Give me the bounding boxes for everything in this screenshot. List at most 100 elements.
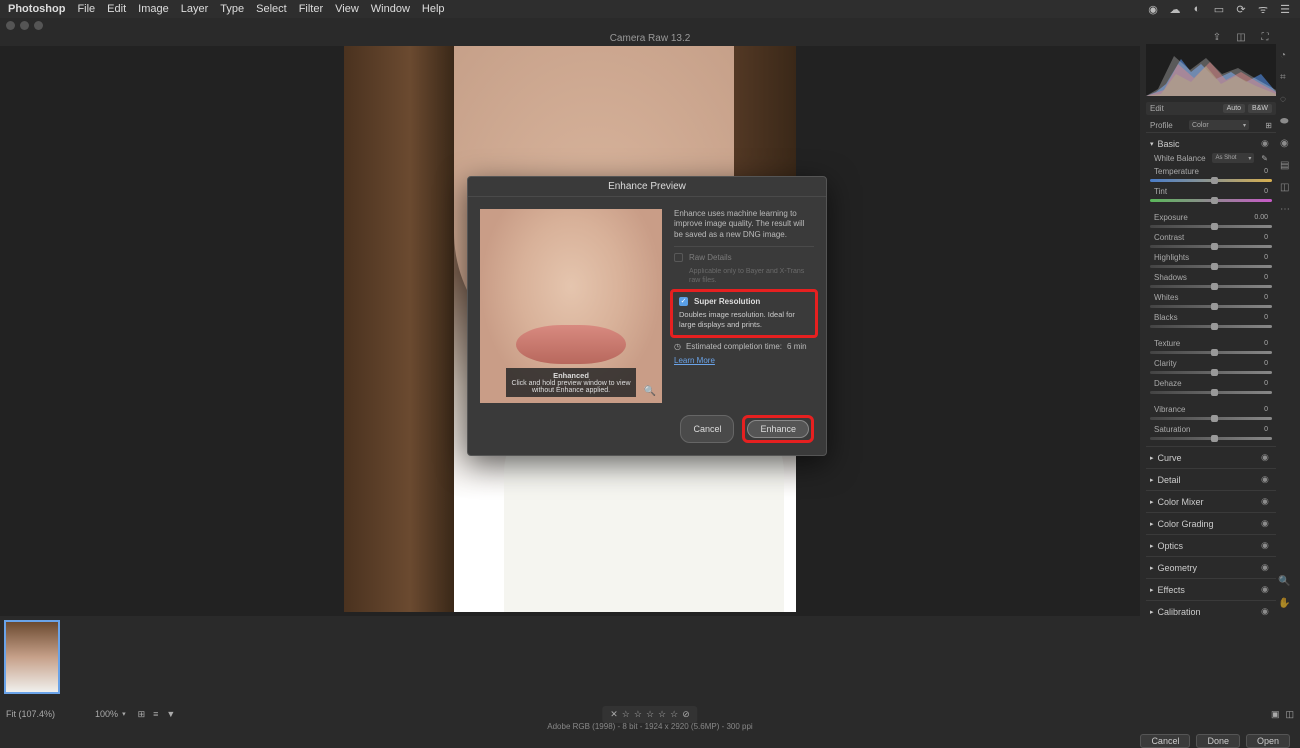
split-view-icon[interactable]: ◫ (1285, 709, 1294, 720)
exposure-slider[interactable] (1150, 225, 1272, 228)
wb-select[interactable]: As Shot▾ (1212, 153, 1254, 163)
wifi-icon[interactable]: ᯤ (1256, 2, 1270, 16)
preset-tool-icon[interactable]: ▤ (1280, 160, 1294, 174)
whites-value[interactable]: 0 (1252, 294, 1268, 301)
basic-header[interactable]: ▾ Basic ◉ (1146, 136, 1276, 151)
single-view-icon[interactable]: ▣ (1271, 709, 1280, 720)
fit-label[interactable]: Fit (107.4%) (6, 709, 55, 719)
star-3[interactable]: ☆ (646, 709, 654, 720)
maximize-window-icon[interactable] (34, 21, 43, 30)
dehaze-value[interactable]: 0 (1252, 380, 1268, 387)
grid-view-icon[interactable]: ⊞ (138, 709, 146, 720)
detail-header[interactable]: ▸Detail◉ (1146, 472, 1276, 487)
zoom-select[interactable]: 100%▾ (95, 709, 126, 719)
vibrance-value[interactable]: 0 (1252, 406, 1268, 413)
clarity-value[interactable]: 0 (1252, 360, 1268, 367)
sort-icon[interactable]: ≡ (153, 709, 158, 720)
eye-icon[interactable]: ◉ (1261, 496, 1272, 507)
highlights-slider[interactable] (1150, 265, 1272, 268)
contrast-value[interactable]: 0 (1252, 234, 1268, 241)
saturation-value[interactable]: 0 (1252, 426, 1268, 433)
star-4[interactable]: ☆ (658, 709, 666, 720)
edit-tool-icon[interactable]: ◔ (1280, 50, 1294, 64)
spot-tool-icon[interactable]: ◌ (1280, 94, 1294, 108)
star-5[interactable]: ☆ (670, 709, 678, 720)
hand-icon[interactable]: ✋ (1278, 598, 1292, 612)
menu-view[interactable]: View (335, 3, 359, 15)
dehaze-slider[interactable] (1150, 391, 1272, 394)
clarity-slider[interactable] (1150, 371, 1272, 374)
blacks-slider[interactable] (1150, 325, 1272, 328)
saturation-slider[interactable] (1150, 437, 1272, 440)
profile-grid-icon[interactable]: ⊞ (1265, 121, 1272, 130)
temperature-value[interactable]: 0 (1252, 168, 1268, 175)
eye-icon[interactable]: ◉ (1261, 540, 1272, 551)
learn-more-link[interactable]: Learn More (674, 356, 715, 366)
star-1[interactable]: ☆ (622, 709, 630, 720)
curve-header[interactable]: ▸Curve◉ (1146, 450, 1276, 465)
fullscreen-icon[interactable]: ⛶ (1258, 30, 1272, 44)
menu-window[interactable]: Window (371, 3, 410, 15)
redeye-tool-icon[interactable]: ◉ (1280, 138, 1294, 152)
super-resolution-option[interactable]: ✓ Super Resolution (679, 297, 809, 307)
menu-type[interactable]: Type (220, 3, 244, 15)
compare-icon[interactable]: ◫ (1234, 30, 1248, 44)
shadows-slider[interactable] (1150, 285, 1272, 288)
more-tool-icon[interactable]: ⋯ (1280, 204, 1294, 218)
reject-icon[interactable]: ✕ (610, 709, 618, 720)
geometry-header[interactable]: ▸Geometry◉ (1146, 560, 1276, 575)
eye-icon[interactable]: ◉ (1261, 562, 1272, 573)
close-window-icon[interactable] (6, 21, 15, 30)
export-icon[interactable]: ⇪ (1210, 30, 1224, 44)
done-footer-button[interactable]: Done (1196, 734, 1240, 748)
status-bar[interactable]: Adobe RGB (1998) - 8 bit - 1924 x 2920 (… (0, 722, 1300, 734)
profile-select[interactable]: Color▾ (1189, 120, 1249, 130)
effects-header[interactable]: ▸Effects◉ (1146, 582, 1276, 597)
menu-help[interactable]: Help (422, 3, 445, 15)
contrast-slider[interactable] (1150, 245, 1272, 248)
eye-icon[interactable]: ◉ (1261, 584, 1272, 595)
preview-window[interactable]: Enhanced Click and hold preview window t… (480, 209, 662, 403)
crop-tool-icon[interactable]: ⌗ (1280, 72, 1294, 86)
whites-slider[interactable] (1150, 305, 1272, 308)
menu-select[interactable]: Select (256, 3, 287, 15)
bw-button[interactable]: B&W (1248, 104, 1272, 113)
blacks-value[interactable]: 0 (1252, 314, 1268, 321)
highlights-value[interactable]: 0 (1252, 254, 1268, 261)
eye-icon[interactable]: ◉ (1261, 452, 1272, 463)
texture-slider[interactable] (1150, 351, 1272, 354)
tint-slider[interactable] (1150, 199, 1272, 202)
menu-image[interactable]: Image (138, 3, 169, 15)
super-resolution-checkbox[interactable]: ✓ (679, 297, 688, 306)
eye-icon[interactable]: ◉ (1261, 474, 1272, 485)
finder-icon[interactable]: ◐ (1190, 2, 1204, 16)
texture-value[interactable]: 0 (1252, 340, 1268, 347)
cancel-footer-button[interactable]: Cancel (1140, 734, 1190, 748)
shadows-value[interactable]: 0 (1252, 274, 1268, 281)
tint-value[interactable]: 0 (1252, 188, 1268, 195)
vibrance-slider[interactable] (1150, 417, 1272, 420)
zoom-icon[interactable]: 🔍 (1278, 576, 1292, 590)
battery-icon[interactable]: ▭ (1212, 2, 1226, 16)
open-footer-button[interactable]: Open (1246, 734, 1290, 748)
label-icon[interactable]: ⊘ (682, 709, 690, 720)
exposure-value[interactable]: 0.00 (1252, 214, 1268, 221)
sync-icon[interactable]: ⟳ (1234, 2, 1248, 16)
dialog-cancel-button[interactable]: Cancel (680, 415, 734, 443)
record-icon[interactable]: ◉ (1146, 2, 1160, 16)
colormixer-header[interactable]: ▸Color Mixer◉ (1146, 494, 1276, 509)
menu-edit[interactable]: Edit (107, 3, 126, 15)
magnifier-icon[interactable]: 🔍 (644, 386, 656, 397)
star-2[interactable]: ☆ (634, 709, 642, 720)
eye-icon[interactable]: ◉ (1261, 138, 1272, 149)
auto-button[interactable]: Auto (1223, 104, 1245, 113)
histogram[interactable] (1146, 44, 1276, 96)
thumbnail[interactable] (4, 620, 60, 694)
menu-filter[interactable]: Filter (299, 3, 323, 15)
menu-file[interactable]: File (77, 3, 95, 15)
colorgrading-header[interactable]: ▸Color Grading◉ (1146, 516, 1276, 531)
cloud-icon[interactable]: ☁ (1168, 2, 1182, 16)
minimize-window-icon[interactable] (20, 21, 29, 30)
snapshot-tool-icon[interactable]: ◫ (1280, 182, 1294, 196)
temperature-slider[interactable] (1150, 179, 1272, 182)
